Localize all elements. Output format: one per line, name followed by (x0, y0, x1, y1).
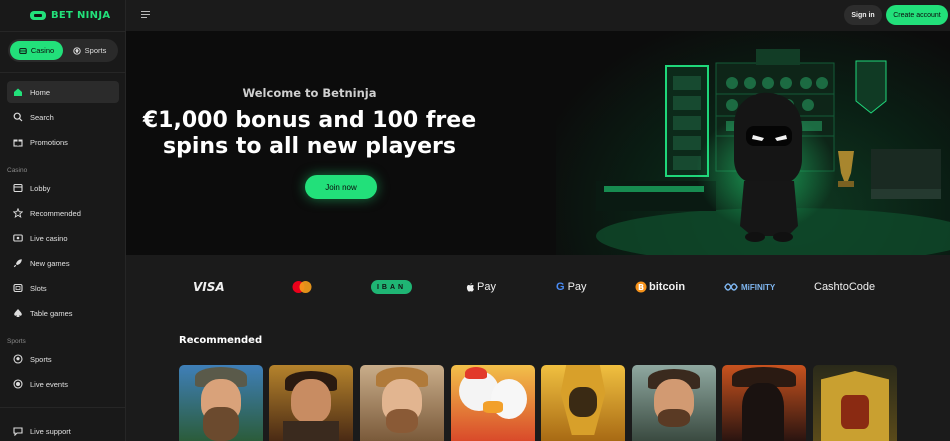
svg-text:B: B (638, 283, 644, 292)
google-g-icon: G (556, 281, 565, 293)
cashtocode-logo: CashtoCode (814, 281, 876, 293)
sidebar-item-search[interactable]: Search (7, 106, 119, 128)
sidebar-item-sports[interactable]: Sports (7, 348, 119, 370)
mifinity-icon (724, 283, 738, 291)
sidebar-item-label: Live support (30, 426, 71, 436)
join-now-button[interactable]: Join now (305, 175, 377, 199)
sidebar-item-label: Live casino (30, 233, 68, 243)
sidebar-item-live-casino[interactable]: Live casino (7, 227, 119, 249)
payment-methods-strip: VISA IBAN Pay G Pay B bitcoin MiFINITY C… (126, 255, 950, 318)
hero-welcome-text: Welcome to Betninja (242, 86, 377, 100)
mifinity-label: MiFINITY (741, 282, 776, 292)
game-card[interactable] (541, 365, 625, 441)
google-pay-label: Pay (567, 281, 587, 293)
sidebar-item-home[interactable]: Home (7, 81, 119, 103)
sidebar-item-live-support[interactable]: Live support (7, 420, 119, 441)
sidebar-item-label: Recommended (30, 208, 81, 218)
game-card[interactable] (813, 365, 897, 441)
sidebar-item-label: Live events (30, 379, 68, 389)
live-casino-icon (13, 233, 23, 243)
hero-illustration (556, 31, 950, 255)
brand-logo[interactable]: BET NINJA (30, 10, 110, 21)
bitcoin-icon: B (635, 281, 647, 293)
apple-pay-logo: Pay (466, 279, 496, 295)
casino-sports-switch: Casino Sports (8, 39, 118, 62)
switch-casino[interactable]: Casino (10, 41, 63, 60)
rocket-icon (13, 258, 23, 268)
switch-sports-label: Sports (84, 46, 107, 55)
gift-icon (13, 137, 23, 147)
hero-banner: Welcome to Betninja €1,000 bonus and 100… (126, 31, 950, 255)
sidebar-item-label: Home (30, 87, 51, 97)
mastercard-logo (291, 279, 313, 295)
game-card[interactable] (179, 365, 263, 441)
sidebar-item-slots[interactable]: Slots (7, 277, 119, 299)
sidebar-item-label: Search (30, 112, 54, 122)
brand-name: BET NINJA (51, 10, 111, 21)
search-icon (13, 112, 23, 122)
sidebar-item-label: Table games (30, 308, 73, 318)
sidebar-item-live-events[interactable]: Live events (7, 373, 119, 395)
divider (0, 407, 126, 408)
sports-ball-icon (72, 46, 81, 55)
slots-icon (13, 283, 23, 293)
section-label-sports: Sports (7, 338, 26, 345)
chat-icon (13, 426, 23, 436)
game-card[interactable] (269, 365, 353, 441)
sign-in-button[interactable]: Sign in (844, 5, 882, 25)
visa-logo: VISA (193, 280, 225, 294)
game-card[interactable] (360, 365, 444, 441)
sidebar-item-promotions[interactable]: Promotions (7, 131, 119, 153)
sidebar-item-new-games[interactable]: New games (7, 252, 119, 274)
sidebar-item-table-games[interactable]: Table games (7, 302, 119, 324)
apple-pay-label: Pay (477, 281, 496, 293)
game-card[interactable] (451, 365, 535, 441)
bitcoin-label: bitcoin (649, 281, 686, 293)
ball-icon (13, 354, 23, 364)
sidebar-item-label: Sports (30, 354, 52, 364)
sidebar: BET NINJA Casino Sports Home Search Prom… (0, 0, 126, 441)
sidebar-item-label: Lobby (30, 183, 51, 193)
sidebar-item-label: New games (30, 258, 70, 268)
live-dot-icon (13, 379, 23, 389)
iban-logo: IBAN (371, 279, 412, 295)
hero-headline: €1,000 bonus and 100 free spins to all n… (126, 108, 493, 160)
mifinity-logo: MiFINITY (724, 279, 775, 295)
home-icon (13, 87, 23, 97)
ninja-store-illustration (596, 49, 950, 255)
hero-headline-line1: €1,000 bonus and 100 free (142, 108, 477, 133)
bitcoin-logo: B bitcoin (635, 279, 685, 295)
recommended-heading: Recommended (179, 335, 263, 346)
divider (0, 72, 126, 73)
section-label-casino: Casino (7, 167, 28, 174)
menu-icon[interactable] (141, 11, 150, 19)
sidebar-item-lobby[interactable]: Lobby (7, 177, 119, 199)
google-pay-logo: G Pay (556, 279, 587, 295)
switch-sports[interactable]: Sports (63, 41, 116, 60)
lobby-icon (13, 183, 23, 193)
switch-casino-label: Casino (30, 46, 55, 55)
apple-icon (466, 282, 474, 292)
create-account-button[interactable]: Create account (886, 5, 948, 25)
sidebar-item-label: Slots (30, 283, 47, 293)
game-card[interactable] (632, 365, 716, 441)
ninja-logo-icon (30, 11, 46, 20)
divider (0, 31, 126, 32)
spade-icon (13, 308, 23, 318)
casino-icon (19, 47, 27, 54)
game-card[interactable] (722, 365, 806, 441)
star-icon (13, 208, 23, 218)
sidebar-item-label: Promotions (30, 137, 68, 147)
sidebar-item-recommended[interactable]: Recommended (7, 202, 119, 224)
hero-headline-line2: spins to all new players (163, 134, 456, 159)
top-bar: Sign in Create account (126, 0, 950, 31)
